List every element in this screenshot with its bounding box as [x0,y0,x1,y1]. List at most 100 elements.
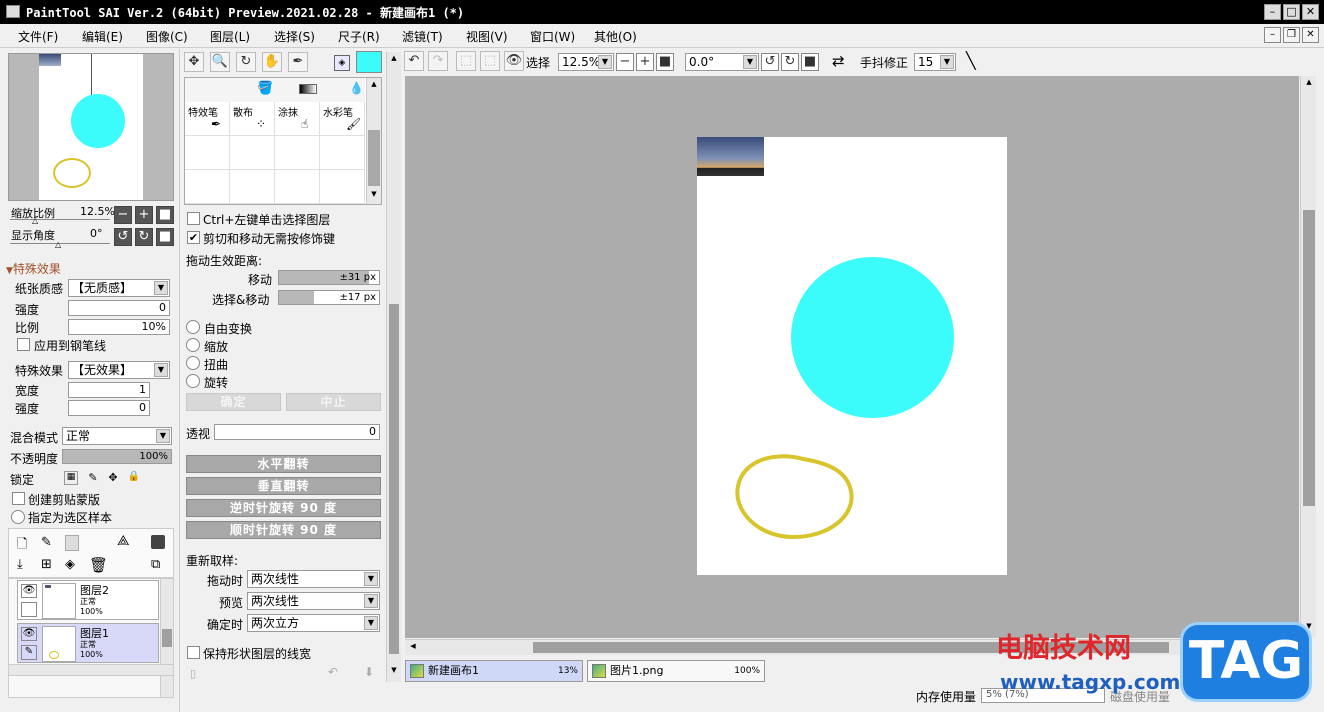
hand-tool-icon[interactable]: ✋ [262,52,282,72]
distort-radio[interactable] [186,356,200,370]
eyedropper-tool-icon[interactable]: ✒ [288,52,308,72]
stabilizer-select[interactable]: 15 ▼ [914,53,956,71]
menu-filter[interactable]: 滤镜(T) [402,28,443,45]
angle-select[interactable]: 0.0° ▼ [685,53,759,71]
flip-horizontal-button[interactable]: 水平翻转 [186,455,381,473]
pen-icon[interactable]: ✎ [21,645,37,660]
strength2-field[interactable]: 0 [68,400,150,416]
brush-smudge[interactable]: 涂抹 ☝ [275,102,320,136]
deselect-button[interactable]: ⬚ [456,51,476,71]
page-icon[interactable]: ▯ [190,667,196,680]
scroll-up-icon[interactable]: ▲ [1303,78,1315,90]
scale-radio[interactable] [186,338,200,352]
toolbar-rotate-reset-button[interactable]: ■ [801,53,819,71]
canvas-page[interactable] [697,137,1007,575]
sel-move-slider[interactable]: ±17 px [278,290,380,305]
flip-view-icon[interactable]: ⇄ [832,52,845,70]
zoom-reset-button[interactable]: ■ [156,206,174,224]
rotate-reset-button[interactable]: ■ [156,228,174,246]
free-transform-radio[interactable] [186,320,200,334]
perspective-field[interactable]: 0 [214,424,380,440]
lock-transparency-icon[interactable]: ▦ [64,471,78,485]
cancel-button[interactable]: 中止 [286,393,381,411]
scroll-down-icon[interactable]: ▼ [388,666,400,678]
sel-sample-radio[interactable] [11,510,25,524]
layer-scroll-thumb[interactable] [162,629,172,647]
clear-layer-icon[interactable]: ◈ [65,557,75,572]
brush-scroll-thumb[interactable] [368,130,380,186]
new-pen-layer-icon[interactable]: ✎ [41,535,52,550]
brush-slot-empty[interactable] [230,136,275,170]
brush-slot-empty[interactable] [320,170,365,204]
canvas-vscroll-thumb[interactable] [1303,210,1315,506]
drag-time-select[interactable]: 两次线性 ▼ [247,570,380,588]
primary-color-swatch[interactable] [356,51,382,73]
lock-draw-icon[interactable]: ✎ [86,471,100,485]
scroll-up-icon[interactable]: ▲ [368,80,380,92]
lock-move-icon[interactable]: ✥ [106,471,120,485]
menu-file[interactable]: 文件(F) [18,28,58,45]
layer-item[interactable]: 👁 ✎ 图层1 正常 100% [17,623,159,663]
menu-layer[interactable]: 图层(L) [210,28,250,45]
mdi-minimize-button[interactable]: – [1264,27,1281,43]
zoom-tool-icon[interactable]: 🔍 [210,52,230,72]
scroll-up-icon[interactable]: ▲ [388,54,400,66]
menu-view[interactable]: 视图(V) [466,28,508,45]
water-drop-icon[interactable]: 💧 [349,81,364,95]
tool-panel-scrollbar[interactable]: ▲ ▼ [386,52,401,682]
undo-icon[interactable]: ↶ [328,665,338,679]
brush-slot-empty[interactable] [185,170,230,204]
opacity-slider[interactable]: 100% [62,449,172,464]
navigator[interactable] [8,53,174,201]
line-tool-icon[interactable]: ╲ [966,51,976,70]
toolbar-rotate-cw-button[interactable]: ↻ [781,53,799,71]
layer-lock-slot[interactable] [21,602,37,617]
apply-pen-checkbox[interactable] [17,338,30,351]
angle-value[interactable]: 0° [90,227,103,240]
paper-select[interactable]: 【无质感】 ▼ [68,279,170,297]
save-icon[interactable]: ⬇ [364,665,374,679]
menu-select[interactable]: 选择(S) [274,28,315,45]
gradient-icon[interactable] [299,84,317,94]
layer-effect-icon[interactable]: ⟁ [117,533,130,549]
clip-mask-checkbox[interactable] [12,492,25,505]
layer-list-scrollbar[interactable] [160,579,173,697]
toolbar-zoom-in-button[interactable]: + [636,53,654,71]
eye-icon[interactable]: 👁 [21,627,37,641]
mdi-close-button[interactable]: ✕ [1302,27,1319,43]
rotate-radio[interactable] [186,374,200,388]
canvas-vscrollbar[interactable]: ▲ ▼ [1300,76,1316,638]
transparent-color-icon[interactable]: ◈ [334,55,350,71]
effects-section-title[interactable]: ▼特殊效果 [6,260,61,277]
rotate-cw-button[interactable]: ↻ [135,228,153,246]
move-slider[interactable]: ±31 px [278,270,380,285]
redo-button[interactable]: ↷ [428,51,448,71]
zoom-select[interactable]: 12.5% ▼ [558,53,614,71]
menu-ruler[interactable]: 尺子(R) [338,28,380,45]
zoom-slider-thumb[interactable]: △ [32,216,38,225]
tab-image1[interactable]: 图片1.png 100% [587,660,765,682]
rotate-ccw-90-button[interactable]: 逆时针旋转 90 度 [186,499,381,517]
preview-select[interactable]: 两次线性 ▼ [247,592,380,610]
menu-other[interactable]: 其他(O) [594,28,637,45]
zoom-in-button[interactable]: + [135,206,153,224]
tool-scroll-thumb[interactable] [389,304,399,654]
toolbar-zoom-reset-button[interactable]: ■ [656,53,674,71]
angle-slider-thumb[interactable]: △ [55,240,61,249]
canvas-area[interactable] [405,76,1299,638]
toolbar-rotate-ccw-button[interactable]: ↺ [761,53,779,71]
bucket-icon[interactable]: 🪣 [257,81,273,96]
ctrl-click-checkbox[interactable] [187,212,200,225]
brush-scatter[interactable]: 散布 ⁘ [230,102,275,136]
keep-shape-checkbox[interactable] [187,646,200,659]
rotate-tool-icon[interactable]: ↻ [236,52,256,72]
new-shape-layer-icon[interactable] [65,535,79,551]
rotate-cw-90-button[interactable]: 顺时针旋转 90 度 [186,521,381,539]
add-folder-icon[interactable]: ⊞ [41,557,52,572]
brush-slot-empty[interactable] [275,136,320,170]
menu-window[interactable]: 窗口(W) [530,28,575,45]
merge-down-icon[interactable]: ⤓ [17,557,23,572]
maximize-button[interactable]: □ [1283,4,1300,20]
ok-button[interactable]: 确定 [186,393,281,411]
brush-slot-empty[interactable] [320,136,365,170]
